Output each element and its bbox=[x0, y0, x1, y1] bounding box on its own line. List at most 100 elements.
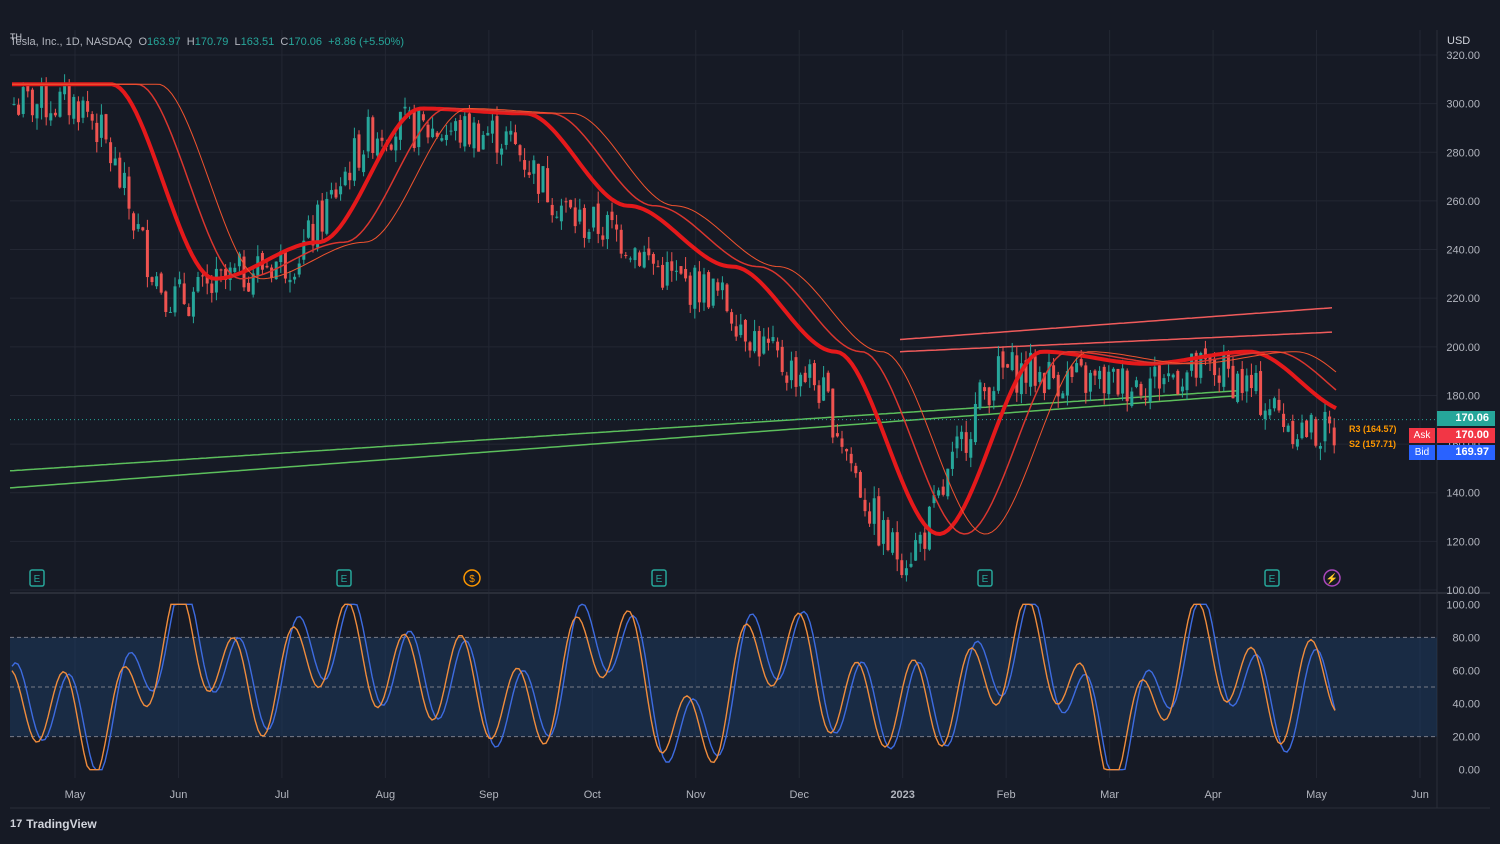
candle-body bbox=[99, 114, 103, 138]
candle-body bbox=[95, 122, 99, 143]
candle-body bbox=[555, 216, 559, 218]
candle-body bbox=[145, 229, 149, 278]
candle-body bbox=[877, 496, 881, 546]
chart-canvas[interactable]: E E $ E E E ⚡ 320.00 300.00 280.00 260.00 240.00 220… bbox=[0, 0, 1500, 844]
candle-body bbox=[1084, 365, 1088, 393]
candle-body bbox=[748, 342, 752, 351]
candle-body bbox=[325, 198, 329, 234]
candle-body bbox=[904, 568, 908, 576]
candle-body bbox=[1038, 372, 1042, 383]
open-label: O bbox=[138, 36, 147, 48]
candle-body bbox=[780, 346, 784, 372]
candle-body bbox=[1185, 372, 1189, 391]
candle-body bbox=[835, 433, 839, 437]
candle-body bbox=[536, 163, 540, 194]
candle-body bbox=[178, 279, 182, 285]
candle-body bbox=[578, 209, 582, 222]
candle-body bbox=[941, 486, 945, 495]
symbol-legend[interactable]: Tesla, Inc., 1D, NASDAQ O163.97 H170.79 … bbox=[10, 36, 404, 48]
candle-body bbox=[1162, 378, 1166, 385]
candle-body bbox=[214, 268, 218, 293]
candle-body bbox=[679, 266, 683, 274]
symbol-exchange: NASDAQ bbox=[85, 36, 133, 48]
candle-body bbox=[891, 532, 895, 553]
candle-body bbox=[375, 138, 379, 156]
candle-body bbox=[421, 114, 425, 121]
candle-body bbox=[164, 291, 168, 313]
oscillator-axis-label: 20.00 bbox=[1452, 732, 1480, 744]
price-axis-label: 300.00 bbox=[1446, 99, 1480, 111]
svg-text:E: E bbox=[34, 574, 41, 585]
price-axis-label: 180.00 bbox=[1446, 390, 1480, 402]
candle-body bbox=[127, 176, 131, 209]
candle-body bbox=[1323, 411, 1327, 442]
candle-body bbox=[1125, 370, 1129, 402]
candle-body bbox=[702, 274, 706, 303]
candle-body bbox=[150, 277, 154, 283]
candle-body bbox=[854, 465, 858, 474]
pivot-label-s2: S2 (157.71) bbox=[1349, 439, 1397, 449]
candle-body bbox=[53, 112, 57, 116]
time-axis-label: Oct bbox=[584, 789, 601, 801]
candle-body bbox=[504, 131, 508, 145]
candle-body bbox=[619, 229, 623, 254]
candle-body bbox=[527, 172, 531, 176]
candle-body bbox=[357, 134, 361, 168]
candle-body bbox=[329, 190, 333, 195]
candle-body bbox=[1075, 363, 1079, 373]
candle-body bbox=[371, 117, 375, 153]
candle-body bbox=[1171, 374, 1175, 378]
candle-body bbox=[486, 132, 490, 136]
tradingview-brand[interactable]: 17 TradingView bbox=[10, 817, 97, 831]
pivot-label-r3: R3 (164.57) bbox=[1349, 424, 1397, 434]
candle-body bbox=[1148, 378, 1152, 403]
candle-body bbox=[113, 158, 117, 166]
last-price-tag: 170.06 bbox=[1437, 411, 1495, 426]
time-axis-label: Sep bbox=[479, 789, 499, 801]
candle-body bbox=[219, 269, 223, 271]
candle-body bbox=[81, 100, 85, 118]
svg-text:E: E bbox=[982, 574, 989, 585]
candle-body bbox=[711, 278, 715, 306]
candle-body bbox=[794, 357, 798, 387]
time-axis-label: Feb bbox=[997, 789, 1016, 801]
candle-body bbox=[900, 560, 904, 576]
price-axis-label: 260.00 bbox=[1446, 196, 1480, 208]
candle-body bbox=[495, 116, 499, 153]
candle-body bbox=[362, 154, 366, 173]
candle-body bbox=[762, 336, 766, 354]
candle-body bbox=[1318, 446, 1322, 449]
candle-body bbox=[440, 138, 444, 141]
candle-body bbox=[523, 160, 527, 170]
candle-body bbox=[803, 372, 807, 382]
price-axis-label: 120.00 bbox=[1446, 536, 1480, 548]
time-axis-label: 2023 bbox=[890, 789, 914, 801]
ask-label: Ask bbox=[1409, 428, 1435, 443]
candle-body bbox=[546, 168, 550, 203]
candle-body bbox=[1249, 374, 1253, 389]
candle-body bbox=[1139, 383, 1143, 396]
candle-body bbox=[417, 109, 421, 148]
candle-body bbox=[389, 144, 393, 150]
candle-body bbox=[426, 124, 430, 138]
oscillator-axis-label: 100.00 bbox=[1446, 599, 1480, 611]
candle-body bbox=[1305, 420, 1309, 438]
candle-body bbox=[697, 271, 701, 303]
candle-body bbox=[1176, 370, 1180, 395]
candle-body bbox=[1010, 352, 1014, 371]
candle-body bbox=[596, 203, 600, 234]
candle-body bbox=[348, 172, 352, 181]
currency-label[interactable]: USD bbox=[1447, 35, 1470, 47]
svg-text:⚡: ⚡ bbox=[1326, 572, 1338, 585]
candle-body bbox=[739, 324, 743, 336]
candle-body bbox=[983, 387, 987, 392]
candle-body bbox=[104, 114, 108, 140]
candle-body bbox=[247, 282, 251, 292]
candle-body bbox=[339, 186, 343, 195]
candle-body bbox=[725, 284, 729, 312]
candle-body bbox=[1254, 372, 1258, 392]
candle-body bbox=[1291, 420, 1295, 445]
candle-body bbox=[191, 291, 195, 317]
candle-body bbox=[1277, 399, 1281, 411]
candle-body bbox=[1332, 427, 1336, 446]
